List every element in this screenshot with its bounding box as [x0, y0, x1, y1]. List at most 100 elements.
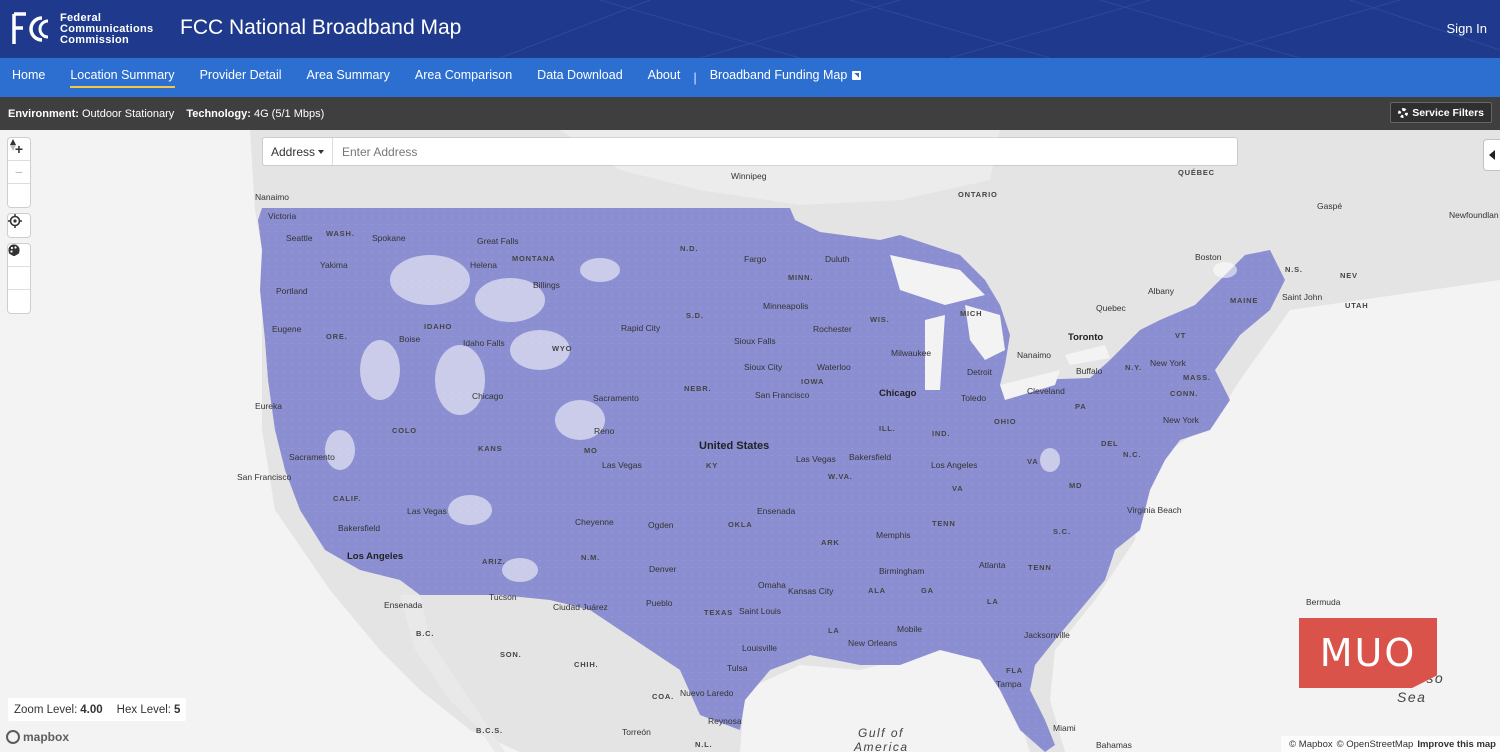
- label-rapid-city: Rapid City: [621, 323, 661, 333]
- nav-provider-detail[interactable]: Provider Detail: [200, 58, 282, 97]
- label-billings: Billings: [533, 280, 560, 290]
- label-ogden: Chicago: [472, 391, 504, 401]
- nav-location-summary[interactable]: Location Summary: [70, 58, 175, 97]
- logo-line-1: Federal: [60, 11, 102, 24]
- label-sacramento: Sacramento: [289, 452, 335, 462]
- label-pueblo: Las Vegas: [602, 460, 642, 470]
- label-mass: MASS.: [1183, 373, 1211, 382]
- label-eureka: Eureka: [255, 401, 282, 411]
- side-panel-toggle[interactable]: [1484, 140, 1500, 170]
- label-tampa: Tampa: [996, 679, 1022, 689]
- label-reynosa: Reynosa: [708, 716, 742, 726]
- main-nav: Home Location Summary Provider Detail Ar…: [0, 58, 1500, 97]
- nav-home[interactable]: Home: [12, 58, 45, 97]
- attrib-mapbox[interactable]: © Mapbox: [1289, 739, 1332, 750]
- label-ariz: ARIZ.: [482, 557, 506, 566]
- label-gulf-of: Gulf of: [858, 726, 904, 740]
- label-boise: Boise: [399, 334, 421, 344]
- layers-button[interactable]: [8, 245, 30, 290]
- label-albany: New York: [1150, 358, 1186, 368]
- label-nl: N.L.: [695, 740, 713, 749]
- nav-area-comparison[interactable]: Area Comparison: [415, 58, 512, 97]
- label-ensenada: Ensenada: [384, 600, 423, 610]
- nav-area-summary[interactable]: Area Summary: [307, 58, 390, 97]
- label-gaspe: Gaspé: [1317, 201, 1343, 211]
- attrib-osm[interactable]: © OpenStreetMap: [1337, 739, 1414, 750]
- label-fla: FLA: [1006, 666, 1023, 675]
- label-denver: Reno: [594, 426, 615, 436]
- map-canvas[interactable]: ONTARIO QUÉBEC Winnipeg Nanaimo Victoria…: [0, 130, 1500, 752]
- zoom-hex-info: Zoom Level: 4.00 Hex Level: 5: [8, 698, 187, 721]
- label-cheyenne: Sacramento: [593, 393, 639, 403]
- zoom-controls: + −: [8, 138, 30, 207]
- label-seattle: Seattle: [286, 233, 313, 243]
- sign-in-link[interactable]: Sign In: [1447, 21, 1487, 36]
- label-saint-louis: Bakersfield: [849, 452, 892, 462]
- filter-bar: Environment: Outdoor Stationary Technolo…: [0, 97, 1500, 130]
- label-great-falls: Great Falls: [477, 236, 519, 246]
- label-ohio: OHIO: [994, 417, 1017, 426]
- label-nebr: NEBR.: [684, 384, 712, 393]
- label-ga: LA: [987, 597, 999, 606]
- gear-icon: [1398, 107, 1409, 118]
- geolocate-control: [8, 214, 30, 237]
- label-vt: VT: [1175, 331, 1187, 340]
- label-la: LA: [828, 626, 840, 635]
- label-tenn: TENN: [932, 519, 956, 528]
- label-bahamas: Bahamas: [1096, 740, 1132, 750]
- label-ky: VA: [952, 484, 964, 493]
- fcc-logo-text: Federal Communications Commission: [60, 11, 153, 46]
- label-amarillo: Ogden: [648, 520, 674, 530]
- label-tulsa: Ensenada: [757, 506, 796, 516]
- address-input[interactable]: [333, 144, 1237, 159]
- service-filters-button[interactable]: Service Filters: [1390, 102, 1492, 123]
- label-ala: GA: [921, 586, 934, 595]
- label-mo: W.VA.: [828, 472, 853, 481]
- label-fargo: Fargo: [744, 254, 767, 264]
- label-atlanta: Atlanta: [979, 560, 1006, 570]
- label-saint-john: Saint John: [1282, 292, 1323, 302]
- reset-bearing-button[interactable]: [8, 139, 30, 207]
- label-miss: ALA: [868, 586, 886, 595]
- label-nev: COLO: [392, 426, 417, 435]
- zoom-out-button[interactable]: −: [8, 161, 30, 184]
- label-bcs: B.C.S.: [476, 726, 503, 735]
- map-attribution: © Mapbox © OpenStreetMap Improve this ma…: [1281, 736, 1500, 752]
- label-spokane: Spokane: [372, 233, 406, 243]
- label-pei: NEV: [1340, 271, 1358, 280]
- map-style-button[interactable]: [8, 244, 30, 313]
- minus-icon: −: [14, 164, 24, 180]
- nav-data-download[interactable]: Data Download: [537, 58, 622, 97]
- label-miami: Miami: [1053, 723, 1076, 733]
- nav-about[interactable]: About: [648, 58, 681, 97]
- label-sioux-city: Sioux City: [744, 362, 783, 372]
- label-waco: Saint Louis: [739, 606, 782, 616]
- nav-broadband-funding-map[interactable]: Broadband Funding Map: [710, 58, 862, 97]
- label-milwaukee: Milwaukee: [891, 348, 932, 358]
- service-filters-label: Service Filters: [1412, 106, 1484, 119]
- hex-level-value: 5: [174, 703, 181, 716]
- label-cleveland: Cleveland: [1027, 386, 1065, 396]
- label-portland: Portland: [276, 286, 308, 296]
- label-shreveport: Kansas City: [788, 586, 834, 596]
- label-chicago: Chicago: [879, 388, 917, 399]
- fcc-logo[interactable]: Federal Communications Commission: [12, 12, 153, 46]
- label-ontario: ONTARIO: [958, 190, 998, 199]
- search-type-label: Address: [270, 144, 316, 159]
- geolocate-button[interactable]: [8, 214, 30, 237]
- label-idaho: IDAHO: [424, 322, 453, 331]
- search-type-dropdown[interactable]: Address: [263, 138, 333, 165]
- mapbox-logo[interactable]: mapbox: [6, 730, 69, 744]
- label-pa: PA: [1075, 402, 1087, 411]
- improve-map-link[interactable]: Improve this map: [1417, 739, 1496, 750]
- technology-value: 4G (5/1 Mbps): [253, 107, 325, 120]
- palette-icon: [8, 244, 20, 256]
- label-toronto: Toronto: [1068, 332, 1104, 343]
- compass-icon: [10, 139, 16, 151]
- label-las-vegas: Las Vegas: [407, 506, 447, 516]
- label-wash: WASH.: [326, 229, 355, 238]
- label-buffalo: Buffalo: [1076, 366, 1103, 376]
- label-eugene: Eugene: [272, 324, 302, 334]
- label-victoria: Victoria: [268, 211, 297, 221]
- label-quebec-city: Boston: [1195, 252, 1222, 262]
